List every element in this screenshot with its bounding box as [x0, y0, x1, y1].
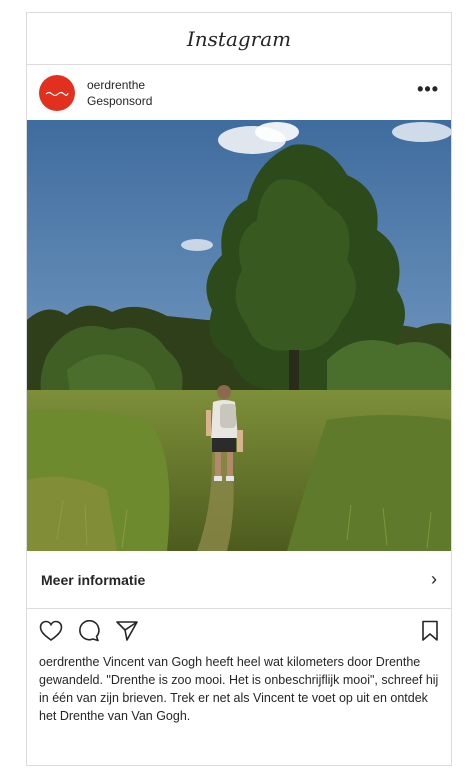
instagram-post-frame: Instagram oerdrenthe Gesponsord ••• Meer… — [26, 12, 452, 766]
post-header: oerdrenthe Gesponsord ••• — [27, 65, 451, 120]
comment-button[interactable] — [77, 620, 101, 642]
instagram-logo: Instagram — [186, 27, 291, 51]
brand-mark-icon — [45, 91, 69, 96]
post-caption: oerdrenthe Vincent van Gogh heeft heel w… — [27, 653, 451, 725]
comment-icon — [79, 620, 100, 642]
chevron-right-icon: › — [431, 569, 437, 589]
post-username[interactable]: oerdrenthe — [87, 77, 152, 93]
caption-text: Vincent van Gogh heeft heel wat kilomete… — [39, 655, 439, 723]
more-info-link[interactable]: Meer informatie › — [27, 551, 451, 609]
heart-icon — [39, 620, 63, 641]
action-bar — [27, 609, 451, 653]
more-info-label: Meer informatie — [41, 571, 146, 588]
svg-text:Instagram: Instagram — [186, 27, 291, 51]
share-button[interactable] — [115, 620, 139, 642]
like-button[interactable] — [39, 620, 63, 642]
post-photo[interactable] — [27, 120, 451, 551]
bookmark-icon — [422, 620, 438, 641]
app-header: Instagram — [27, 13, 451, 65]
caption-username[interactable]: oerdrenthe — [39, 655, 99, 669]
save-button[interactable] — [421, 620, 439, 642]
sponsored-label: Gesponsord — [87, 93, 153, 108]
more-options-icon[interactable]: ••• — [417, 79, 439, 106]
send-icon — [116, 621, 138, 641]
avatar[interactable] — [39, 74, 75, 111]
